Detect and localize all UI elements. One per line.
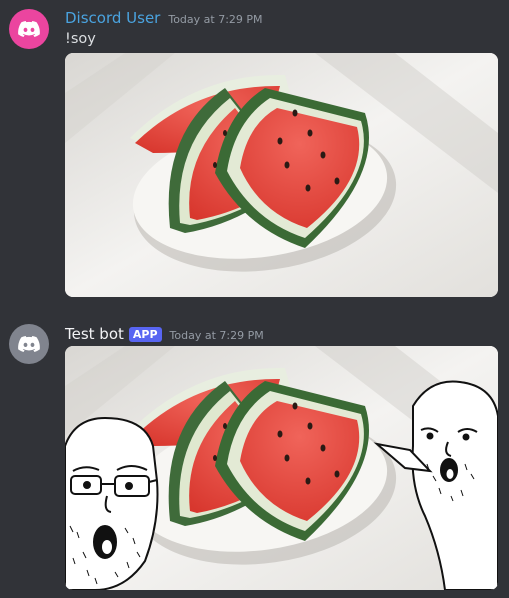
message-text: !soy (65, 31, 96, 47)
image-attachment[interactable] (65, 53, 498, 297)
timestamp[interactable]: Today at 7:29 PM (168, 13, 262, 26)
timestamp[interactable]: Today at 7:29 PM (170, 329, 264, 342)
message-2: Test bot APP Today at 7:29 PM (0, 300, 509, 598)
bot-avatar[interactable] (9, 324, 49, 364)
message-header: Discord User Today at 7:29 PM (65, 9, 263, 27)
username[interactable]: Discord User (65, 9, 160, 27)
message-header: Test bot APP Today at 7:29 PM (65, 325, 264, 343)
image-attachment[interactable] (65, 346, 498, 590)
watermelon-photo-with-soyjak-faces (65, 346, 498, 590)
app-badge: APP (128, 327, 162, 342)
discord-logo-icon (18, 336, 40, 353)
discord-logo-icon (18, 21, 40, 38)
soyjak-left-drawing (65, 416, 159, 590)
username[interactable]: Test bot (65, 325, 124, 343)
watermelon-photo (65, 53, 498, 297)
user-avatar[interactable] (9, 9, 49, 49)
message-1: Discord User Today at 7:29 PM !soy (0, 0, 509, 300)
